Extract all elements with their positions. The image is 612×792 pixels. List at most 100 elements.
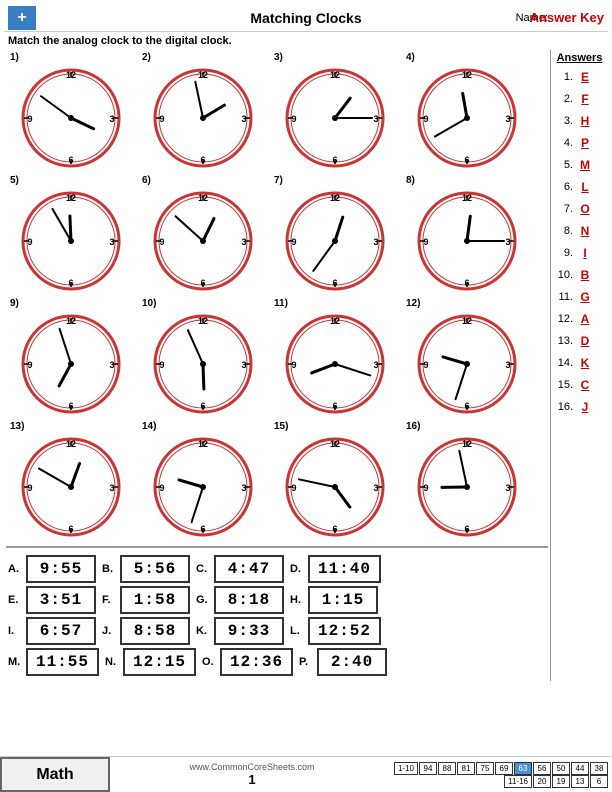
answer-letter-11: G — [575, 290, 595, 304]
answer-num-12: 12. — [555, 313, 575, 325]
score-6: 6 — [590, 775, 608, 788]
page-title: Matching Clocks — [250, 10, 361, 26]
digital-display-I: 6:57 — [26, 617, 96, 645]
digital-display-N: 12:15 — [123, 648, 196, 676]
answer-row-15: 15. C — [555, 374, 604, 396]
digital-label-K: K. — [196, 625, 210, 637]
clock-label-9: 9) — [6, 298, 19, 309]
answer-letter-13: D — [575, 334, 595, 348]
score-38: 38 — [590, 762, 608, 775]
footer-page: 1 — [248, 772, 255, 787]
digital-item-J: J. 8:58 — [102, 617, 190, 645]
clock-label-1: 1) — [6, 52, 19, 63]
svg-text:3: 3 — [109, 483, 114, 493]
digital-item-I: I. 6:57 — [8, 617, 96, 645]
answer-num-4: 4. — [555, 137, 575, 149]
digital-display-J: 8:58 — [120, 617, 190, 645]
digital-label-D: D. — [290, 563, 304, 575]
answer-letter-1: E — [575, 70, 595, 84]
answer-row-2: 2. F — [555, 88, 604, 110]
answer-key-label: Answer Key — [530, 10, 604, 25]
clock-item-6: 6) 12 3 6 9 — [138, 175, 268, 296]
digital-display-A: 9:55 — [26, 555, 96, 583]
logo: + — [8, 6, 36, 30]
digital-label-F: F. — [102, 594, 116, 606]
answer-letter-8: N — [575, 224, 595, 238]
digital-item-L: L. 12:52 — [290, 617, 381, 645]
answer-num-1: 1. — [555, 71, 575, 83]
clock-item-7: 7) 12 3 6 9 — [270, 175, 400, 296]
digital-item-K: K. 9:33 — [196, 617, 284, 645]
clock-item-12: 12) 12 3 6 9 — [402, 298, 532, 419]
digital-row-2: E. 3:51 F. 1:58 G. 8:18 H. 1:15 — [8, 586, 546, 614]
score-label-2: 11-16 — [504, 775, 532, 788]
answer-num-6: 6. — [555, 181, 575, 193]
svg-text:9: 9 — [423, 237, 428, 247]
digital-row-4: M. 11:55 N. 12:15 O. 12:36 P. 2:40 — [8, 648, 546, 676]
answer-num-3: 3. — [555, 115, 575, 127]
score-81: 81 — [457, 762, 475, 775]
clock-item-9: 9) 12 3 6 9 — [6, 298, 136, 419]
svg-text:3: 3 — [241, 360, 246, 370]
digital-display-F: 1:58 — [120, 586, 190, 614]
svg-text:9: 9 — [423, 483, 428, 493]
digital-label-L: L. — [290, 625, 304, 637]
clock-label-3: 3) — [270, 52, 283, 63]
score-75: 75 — [476, 762, 494, 775]
digital-item-C: C. 4:47 — [196, 555, 284, 583]
svg-text:9: 9 — [423, 360, 428, 370]
answer-num-7: 7. — [555, 203, 575, 215]
clock-row-3: 9) 12 3 6 9 — [6, 298, 548, 419]
answer-num-15: 15. — [555, 379, 575, 391]
answer-num-11: 11. — [555, 291, 575, 303]
digital-item-A: A. 9:55 — [8, 555, 96, 583]
footer-center: www.CommonCoreSheets.com 1 — [110, 757, 394, 792]
score-56: 56 — [533, 762, 551, 775]
score-50: 50 — [552, 762, 570, 775]
answer-letter-3: H — [575, 114, 595, 128]
digital-row-3: I. 6:57 J. 8:58 K. 9:33 L. 12:52 — [8, 617, 546, 645]
score-69: 69 — [495, 762, 513, 775]
answer-num-13: 13. — [555, 335, 575, 347]
svg-text:9: 9 — [27, 483, 32, 493]
clocks-section: 1) 12 3 6 9 — [4, 50, 550, 681]
answer-letter-5: M — [575, 158, 595, 172]
answer-row-12: 12. A — [555, 308, 604, 330]
clock-label-14: 14) — [138, 421, 156, 432]
digital-label-E: E. — [8, 594, 22, 606]
digital-item-M: M. 11:55 — [8, 648, 99, 676]
answer-letter-15: C — [575, 378, 595, 392]
svg-text:9: 9 — [291, 114, 296, 124]
footer-math-label: Math — [0, 757, 110, 792]
svg-text:3: 3 — [505, 237, 510, 247]
digital-display-O: 12:36 — [220, 648, 293, 676]
clock-label-6: 6) — [138, 175, 151, 186]
svg-text:9: 9 — [159, 237, 164, 247]
answer-letter-12: A — [575, 312, 595, 326]
svg-text:9: 9 — [291, 483, 296, 493]
digital-label-B: B. — [102, 563, 116, 575]
answer-row-5: 5. M — [555, 154, 604, 176]
clock-label-5: 5) — [6, 175, 19, 186]
svg-text:3: 3 — [373, 483, 378, 493]
answer-row-4: 4. P — [555, 132, 604, 154]
clock-row-4: 13) 12 3 6 9 — [6, 421, 548, 542]
digital-item-H: H. 1:15 — [290, 586, 378, 614]
clock-item-13: 13) 12 3 6 9 — [6, 421, 136, 542]
svg-text:3: 3 — [109, 237, 114, 247]
answer-row-13: 13. D — [555, 330, 604, 352]
score-13: 13 — [571, 775, 589, 788]
clock-item-16: 16) 12 3 6 9 — [402, 421, 532, 542]
digital-display-H: 1:15 — [308, 586, 378, 614]
clock-item-15: 15) 12 3 6 9 — [270, 421, 400, 542]
svg-text:3: 3 — [241, 237, 246, 247]
clock-label-12: 12) — [402, 298, 420, 309]
svg-text:3: 3 — [109, 360, 114, 370]
digital-display-G: 8:18 — [214, 586, 284, 614]
svg-text:3: 3 — [505, 114, 510, 124]
digital-label-C: C. — [196, 563, 210, 575]
answer-letter-14: K — [575, 356, 595, 370]
answers-title: Answers — [555, 52, 604, 64]
answer-row-3: 3. H — [555, 110, 604, 132]
digital-item-G: G. 8:18 — [196, 586, 284, 614]
